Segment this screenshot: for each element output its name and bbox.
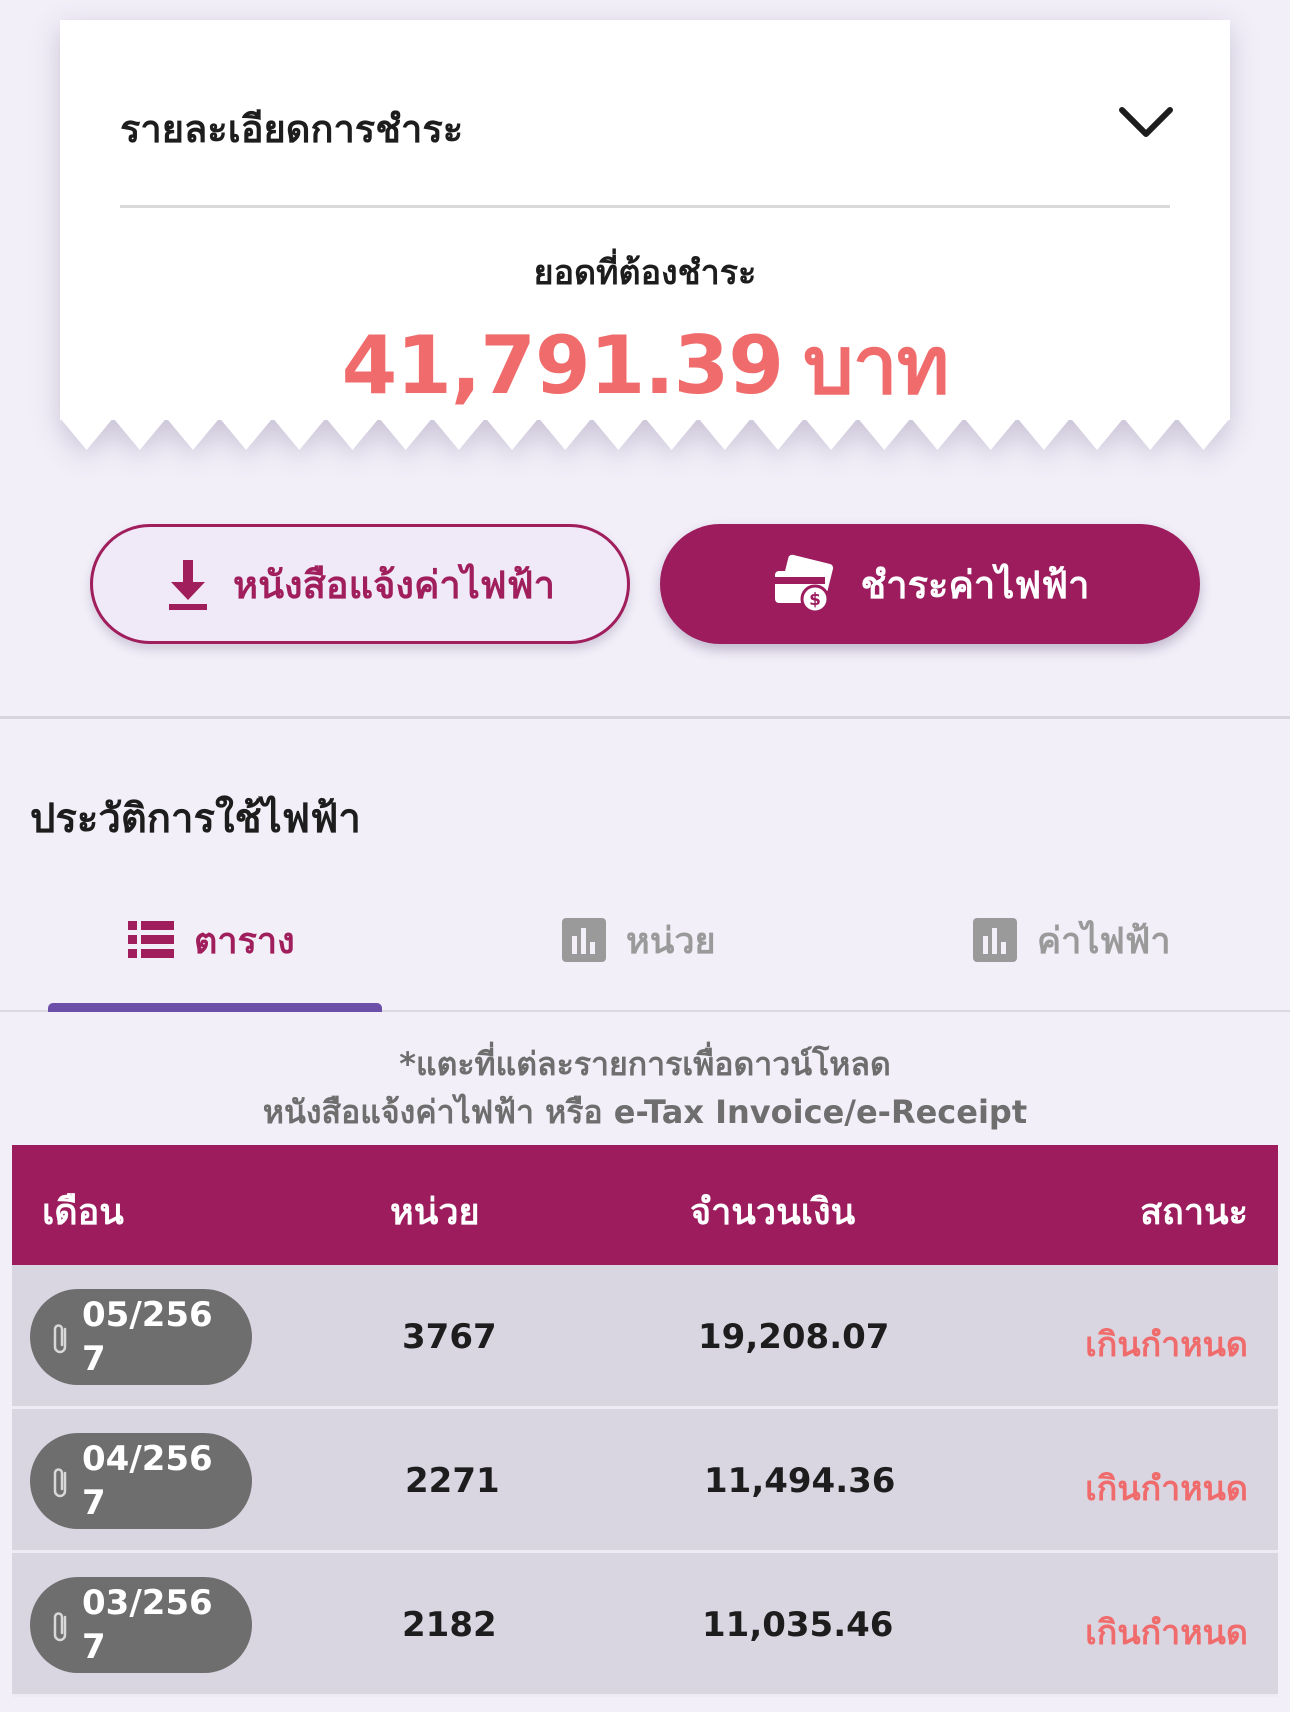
row-units: 2182 — [402, 1605, 497, 1645]
month-pill[interactable]: 03/2567 — [30, 1577, 252, 1673]
download-hint: *แตะที่แต่ละรายการเพื่อดาวน์โหลด หนังสือ… — [0, 1040, 1290, 1136]
history-title: ประวัติการใช้ไฟฟ้า — [30, 796, 361, 842]
table-row[interactable]: 05/2567 3767 19,208.07 เกินกำหนด — [12, 1265, 1278, 1409]
row-amount: 19,208.07 — [698, 1317, 890, 1357]
column-header-month: เดือน — [42, 1192, 124, 1233]
column-header-units: หน่วย — [390, 1192, 480, 1233]
card-title: รายละเอียดการชำระ — [120, 107, 464, 151]
usage-history-table: เดือน หน่วย จำนวนเงิน สถานะ 05/2567 3767… — [12, 1145, 1278, 1697]
row-month: 05/2567 — [82, 1295, 213, 1379]
column-header-status: สถานะ — [1140, 1192, 1248, 1233]
receipt-zigzag-edge — [60, 418, 1230, 450]
hint-line-1: *แตะที่แต่ละรายการเพื่อดาวน์โหลด — [399, 1045, 891, 1083]
pay-bill-label: ชำระค่าไฟฟ้า — [860, 562, 1090, 607]
table-row[interactable]: 04/2567 2271 11,494.36 เกินกำหนด — [12, 1409, 1278, 1553]
active-tab-indicator — [48, 1003, 382, 1012]
due-label: ยอดที่ต้องชำระ — [533, 253, 757, 293]
list-icon — [128, 921, 174, 958]
row-units: 2271 — [405, 1461, 500, 1501]
table-row[interactable]: 03/2567 2182 11,035.46 เกินกำหนด — [12, 1553, 1278, 1697]
section-divider — [0, 716, 1290, 719]
bar-chart-icon — [973, 918, 1017, 962]
column-header-amount: จำนวนเงิน — [690, 1192, 856, 1233]
card-divider — [120, 205, 1170, 208]
pay-bill-button[interactable]: $ ชำระค่าไฟฟ้า — [660, 524, 1200, 644]
month-pill[interactable]: 04/2567 — [30, 1433, 252, 1529]
download-bill-label: หนังสือแจ้งค่าไฟฟ้า — [233, 562, 555, 607]
tab-table-label: ตาราง — [194, 920, 295, 962]
tab-table[interactable]: ตาราง — [128, 910, 295, 970]
row-amount: 11,494.36 — [704, 1461, 896, 1501]
card-payment-icon: $ — [774, 554, 833, 614]
row-amount: 11,035.46 — [702, 1605, 894, 1645]
tab-cost[interactable]: ค่าไฟฟ้า — [973, 910, 1171, 970]
month-pill[interactable]: 05/2567 — [30, 1289, 252, 1385]
paperclip-icon — [53, 1468, 67, 1498]
due-currency: บาท — [803, 319, 949, 412]
row-month: 04/2567 — [82, 1439, 213, 1523]
row-status: เกินกำหนด — [1085, 1469, 1248, 1509]
table-header: เดือน หน่วย จำนวนเงิน สถานะ — [12, 1145, 1278, 1265]
due-amount-value: 41,791.39 — [341, 319, 784, 412]
paperclip-icon — [53, 1324, 67, 1354]
row-status: เกินกำหนด — [1085, 1325, 1248, 1365]
svg-text:$: $ — [809, 590, 821, 610]
chevron-down-icon[interactable] — [1118, 104, 1174, 140]
payment-summary-card: รายละเอียดการชำระ ยอดที่ต้องชำระ 41,791.… — [60, 20, 1230, 450]
bar-chart-icon — [562, 918, 606, 962]
hint-line-2: หนังสือแจ้งค่าไฟฟ้า หรือ e-Tax Invoice/e… — [262, 1093, 1028, 1131]
payment-summary-body: รายละเอียดการชำระ ยอดที่ต้องชำระ 41,791.… — [60, 20, 1230, 420]
tab-units-label: หน่วย — [626, 920, 716, 962]
tab-cost-label: ค่าไฟฟ้า — [1037, 920, 1171, 962]
due-amount: 41,791.39 บาท — [60, 302, 1230, 429]
row-month: 03/2567 — [82, 1583, 213, 1667]
tab-units[interactable]: หน่วย — [562, 910, 716, 970]
paperclip-icon — [53, 1612, 67, 1642]
download-bill-button[interactable]: หนังสือแจ้งค่าไฟฟ้า — [90, 524, 630, 644]
row-status: เกินกำหนด — [1085, 1613, 1248, 1653]
download-icon — [169, 560, 208, 610]
row-units: 3767 — [402, 1317, 497, 1357]
